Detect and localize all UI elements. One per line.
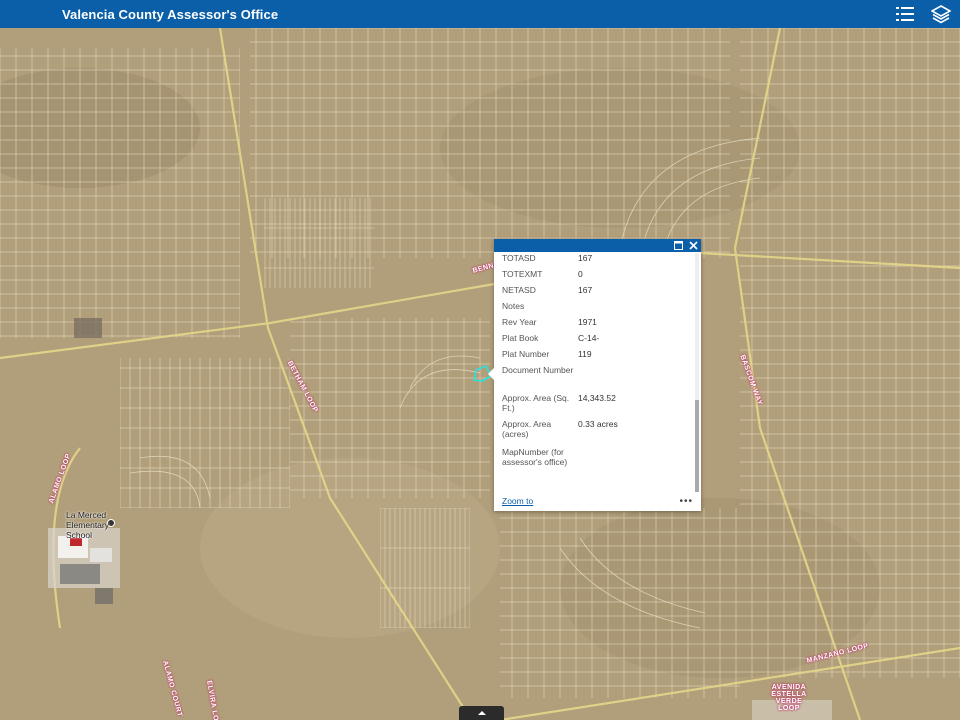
- attribute-value: [578, 447, 686, 467]
- attribute-key: Approx. Area (Sq. Ft.): [502, 393, 570, 413]
- attribute-row: Plat Number 119: [494, 349, 694, 359]
- attribute-key: TOTEXMT: [502, 269, 543, 279]
- attribute-value: 119: [578, 349, 592, 359]
- header-toolbar: [894, 0, 952, 28]
- attribute-row: Rev Year 1971: [494, 317, 694, 327]
- attribute-key: Plat Book: [502, 333, 539, 343]
- attribute-value: [578, 301, 686, 311]
- attribute-key: Document Number: [502, 365, 574, 375]
- dock-button[interactable]: [673, 241, 683, 251]
- popup-footer: Zoom to •••: [494, 491, 701, 511]
- close-icon: [688, 241, 698, 250]
- dock-icon: [673, 241, 683, 250]
- app-title: Valencia County Assessor's Office: [62, 6, 279, 22]
- attribute-value: 1971: [578, 317, 597, 327]
- zoom-to-link[interactable]: Zoom to: [502, 496, 533, 506]
- attribute-value: 0.33 acres: [578, 419, 618, 429]
- layers-icon: [931, 5, 951, 24]
- attribute-row: Notes: [494, 301, 694, 311]
- app-header: Valencia County Assessor's Office: [0, 0, 960, 28]
- layers-button[interactable]: [930, 3, 952, 25]
- attribute-key: Plat Number: [502, 349, 550, 359]
- caret-up-icon: [477, 711, 486, 715]
- attribute-row: TOTASD 167: [494, 253, 694, 263]
- attribute-value: 167: [578, 285, 593, 295]
- attribute-row: TOTEXMT 0: [494, 269, 694, 279]
- attribute-value: C-14-: [578, 333, 600, 343]
- attribute-value: 14,343.52: [578, 393, 616, 403]
- attribute-row: Plat Book C-14-: [494, 333, 694, 343]
- list-icon: [896, 7, 914, 21]
- attribute-key: TOTASD: [502, 253, 536, 263]
- attribute-row: Approx. Area (acres) 0.33 acres: [494, 419, 694, 439]
- attribute-value: 0: [578, 269, 583, 279]
- scrollbar-thumb[interactable]: [695, 400, 699, 492]
- attribute-key: NETASD: [502, 285, 536, 295]
- attribute-key: MapNumber (for assessor's office): [502, 447, 568, 467]
- more-actions-button[interactable]: •••: [679, 496, 693, 507]
- popup-header: [494, 239, 701, 252]
- attribute-key: Notes: [502, 301, 525, 311]
- attribute-row: Document Number: [494, 365, 694, 375]
- popup-scrollbar[interactable]: [695, 253, 699, 492]
- attribute-key: Rev Year: [502, 317, 537, 327]
- attribute-value: [578, 365, 686, 375]
- map-view[interactable]: BENNY BETHAM LOOP BASCOM WAY ALAMO LOOP …: [0, 28, 960, 720]
- school-label: La Merced Elementary School: [66, 510, 109, 540]
- close-button[interactable]: [688, 241, 698, 251]
- attribute-row: Approx. Area (Sq. Ft.) 14,343.52: [494, 393, 694, 413]
- road-label: AVENIDA ESTELLA VERDE LOOP: [771, 684, 807, 712]
- attribute-value: 167: [578, 253, 593, 263]
- popup-body[interactable]: TOTASD 167 TOTEXMT 0 NETASD 167 Notes Rev Year 1…: [494, 252, 694, 492]
- legend-button[interactable]: [894, 3, 916, 25]
- attribute-row: NETASD 167: [494, 285, 694, 295]
- attribute-key: Approx. Area (acres): [502, 419, 552, 439]
- parcel-popup: TOTASD 167 TOTEXMT 0 NETASD 167 Notes Rev Year 1…: [488, 239, 701, 511]
- attribution-toggle[interactable]: [459, 706, 504, 720]
- attribute-row: MapNumber (for assessor's office): [494, 447, 694, 467]
